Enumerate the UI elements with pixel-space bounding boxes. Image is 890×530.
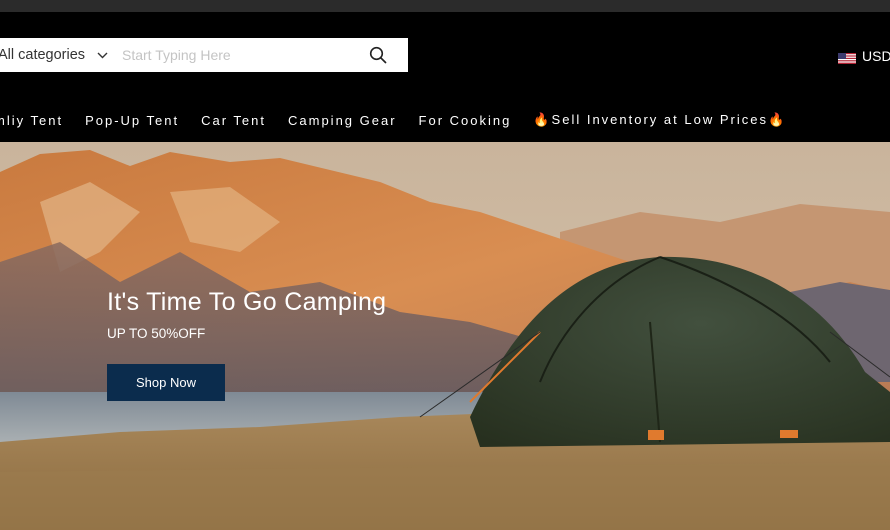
nav-item-family-tent[interactable]: mliy Tent (0, 113, 63, 128)
currency-selector[interactable]: USD (838, 48, 890, 64)
hero-banner: It's Time To Go Camping UP TO 50%OFF Sho… (0, 142, 890, 530)
us-flag-icon (838, 51, 856, 64)
chevron-down-icon (97, 52, 108, 59)
nav-item-car-tent[interactable]: Car Tent (201, 113, 266, 128)
category-select-label: All categories (0, 47, 86, 63)
category-select[interactable]: All categories (0, 38, 120, 72)
currency-label: USD (862, 48, 890, 64)
nav-item-camping-gear[interactable]: Camping Gear (288, 113, 397, 128)
shop-now-button[interactable]: Shop Now (107, 364, 225, 401)
hero-title: It's Time To Go Camping (107, 288, 387, 316)
nav-item-for-cooking[interactable]: For Cooking (419, 113, 512, 128)
top-strip (0, 0, 890, 12)
search-button[interactable] (360, 38, 396, 72)
nav-item-sell-inventory[interactable]: 🔥Sell Inventory at Low Prices🔥 (533, 112, 786, 128)
site-header: All categories USD mliy Tent Pop-Up T (0, 12, 890, 142)
main-nav: mliy Tent Pop-Up Tent Car Tent Camping G… (0, 112, 808, 128)
nav-item-pop-up-tent[interactable]: Pop-Up Tent (85, 113, 179, 128)
search-bar: All categories (0, 38, 408, 72)
search-icon (369, 46, 387, 64)
search-input[interactable] (120, 38, 360, 72)
hero-subtitle: UP TO 50%OFF (107, 326, 206, 341)
